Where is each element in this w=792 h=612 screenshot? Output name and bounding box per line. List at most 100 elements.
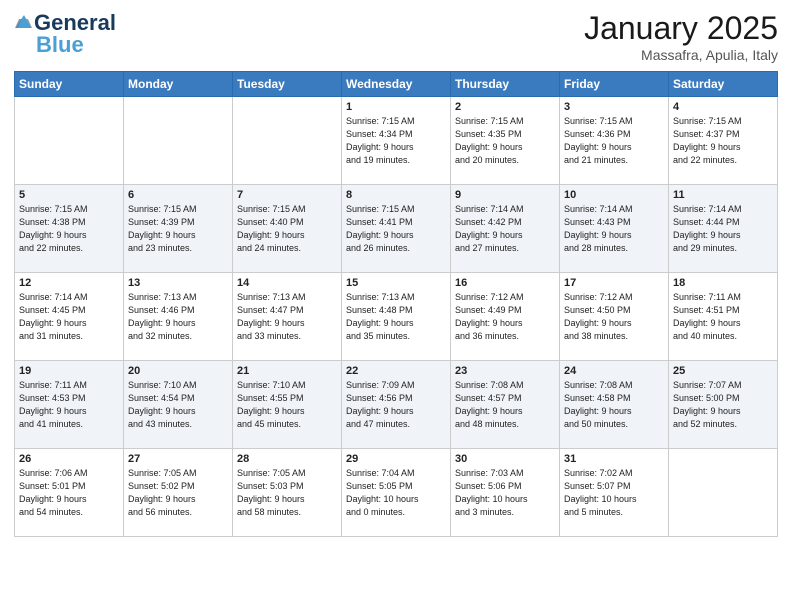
logo-icon — [14, 14, 32, 32]
header-friday: Friday — [560, 72, 669, 97]
day-info: Sunrise: 7:09 AM Sunset: 4:56 PM Dayligh… — [346, 379, 446, 431]
day-info: Sunrise: 7:14 AM Sunset: 4:43 PM Dayligh… — [564, 203, 664, 255]
cell-week3-day0: 12Sunrise: 7:14 AM Sunset: 4:45 PM Dayli… — [15, 273, 124, 361]
cell-week1-day6: 4 Sunrise: 7:15 AM Sunset: 4:37 PM Daylig… — [669, 97, 778, 185]
day-number: 29 — [346, 453, 446, 465]
day-info: Sunrise: 7:04 AM Sunset: 5:05 PM Dayligh… — [346, 467, 446, 519]
day-number: 27 — [128, 453, 228, 465]
day-number: 23 — [455, 365, 555, 377]
day-info: Sunrise: 7:05 AM Sunset: 5:03 PM Dayligh… — [237, 467, 337, 519]
cell-week2-day5: 10 Sunrise: 7:14 AM Sunset: 4:43 PM Dayli… — [560, 185, 669, 273]
day-number: 18 — [673, 277, 773, 289]
cell-week1-day1 — [124, 97, 233, 185]
day-number: 14 — [237, 277, 337, 289]
day-info: Sunrise: 7:14 AM Sunset: 4:44 PM Dayligh… — [673, 203, 773, 255]
header-thursday: Thursday — [451, 72, 560, 97]
week-row-3: 12Sunrise: 7:14 AM Sunset: 4:45 PM Dayli… — [15, 273, 778, 361]
day-number: 22 — [346, 365, 446, 377]
day-number: 4 — [673, 101, 773, 113]
day-info: Sunrise: 7:15 AM Sunset: 4:41 PM Dayligh… — [346, 203, 446, 255]
header-saturday: Saturday — [669, 72, 778, 97]
day-info: Sunrise: 7:02 AM Sunset: 5:07 PM Dayligh… — [564, 467, 664, 519]
day-info: Sunrise: 7:12 AM Sunset: 4:50 PM Dayligh… — [564, 291, 664, 343]
day-number: 31 — [564, 453, 664, 465]
day-info: Sunrise: 7:15 AM Sunset: 4:39 PM Dayligh… — [128, 203, 228, 255]
day-info: Sunrise: 7:03 AM Sunset: 5:06 PM Dayligh… — [455, 467, 555, 519]
day-number: 30 — [455, 453, 555, 465]
day-info: Sunrise: 7:05 AM Sunset: 5:02 PM Dayligh… — [128, 467, 228, 519]
day-number: 16 — [455, 277, 555, 289]
cell-week5-day4: 30 Sunrise: 7:03 AM Sunset: 5:06 PM Dayli… — [451, 449, 560, 537]
cell-week2-day2: 7 Sunrise: 7:15 AM Sunset: 4:40 PM Daylig… — [233, 185, 342, 273]
day-number: 10 — [564, 189, 664, 201]
cell-week2-day6: 11 Sunrise: 7:14 AM Sunset: 4:44 PM Dayli… — [669, 185, 778, 273]
cell-week2-day4: 9 Sunrise: 7:14 AM Sunset: 4:42 PM Daylig… — [451, 185, 560, 273]
calendar-body: 1Sunrise: 7:15 AM Sunset: 4:34 PM Daylig… — [15, 97, 778, 537]
cell-week5-day1: 27 Sunrise: 7:05 AM Sunset: 5:02 PM Dayli… — [124, 449, 233, 537]
page: General Blue January 2025 Massafra, Apul… — [0, 0, 792, 612]
week-row-2: 5Sunrise: 7:15 AM Sunset: 4:38 PM Daylig… — [15, 185, 778, 273]
header-tuesday: Tuesday — [233, 72, 342, 97]
day-info: Sunrise: 7:13 AM Sunset: 4:48 PM Dayligh… — [346, 291, 446, 343]
cell-week4-day2: 21 Sunrise: 7:10 AM Sunset: 4:55 PM Dayli… — [233, 361, 342, 449]
day-info: Sunrise: 7:13 AM Sunset: 4:47 PM Dayligh… — [237, 291, 337, 343]
cell-week4-day3: 22 Sunrise: 7:09 AM Sunset: 4:56 PM Dayli… — [342, 361, 451, 449]
day-number: 11 — [673, 189, 773, 201]
cell-week3-day5: 17 Sunrise: 7:12 AM Sunset: 4:50 PM Dayli… — [560, 273, 669, 361]
calendar: Sunday Monday Tuesday Wednesday Thursday… — [14, 71, 778, 537]
day-info: Sunrise: 7:15 AM Sunset: 4:37 PM Dayligh… — [673, 115, 773, 167]
day-number: 28 — [237, 453, 337, 465]
day-number: 13 — [128, 277, 228, 289]
day-info: Sunrise: 7:15 AM Sunset: 4:34 PM Dayligh… — [346, 115, 446, 167]
day-number: 2 — [455, 101, 555, 113]
day-info: Sunrise: 7:12 AM Sunset: 4:49 PM Dayligh… — [455, 291, 555, 343]
day-number: 12 — [19, 277, 119, 289]
day-number: 3 — [564, 101, 664, 113]
month-title: January 2025 — [584, 10, 778, 47]
header-sunday: Sunday — [15, 72, 124, 97]
cell-week3-day3: 15Sunrise: 7:13 AM Sunset: 4:48 PM Dayli… — [342, 273, 451, 361]
day-number: 9 — [455, 189, 555, 201]
day-info: Sunrise: 7:13 AM Sunset: 4:46 PM Dayligh… — [128, 291, 228, 343]
cell-week4-day6: 25 Sunrise: 7:07 AM Sunset: 5:00 PM Dayli… — [669, 361, 778, 449]
week-row-1: 1Sunrise: 7:15 AM Sunset: 4:34 PM Daylig… — [15, 97, 778, 185]
header-monday: Monday — [124, 72, 233, 97]
day-number: 7 — [237, 189, 337, 201]
day-number: 26 — [19, 453, 119, 465]
day-info: Sunrise: 7:07 AM Sunset: 5:00 PM Dayligh… — [673, 379, 773, 431]
cell-week2-day1: 6 Sunrise: 7:15 AM Sunset: 4:39 PM Daylig… — [124, 185, 233, 273]
day-number: 17 — [564, 277, 664, 289]
day-info: Sunrise: 7:11 AM Sunset: 4:51 PM Dayligh… — [673, 291, 773, 343]
header: General Blue January 2025 Massafra, Apul… — [14, 10, 778, 63]
day-info: Sunrise: 7:11 AM Sunset: 4:53 PM Dayligh… — [19, 379, 119, 431]
week-row-4: 19Sunrise: 7:11 AM Sunset: 4:53 PM Dayli… — [15, 361, 778, 449]
day-info: Sunrise: 7:08 AM Sunset: 4:58 PM Dayligh… — [564, 379, 664, 431]
cell-week5-day2: 28 Sunrise: 7:05 AM Sunset: 5:03 PM Dayli… — [233, 449, 342, 537]
logo-blue: Blue — [36, 36, 84, 54]
cell-week5-day5: 31 Sunrise: 7:02 AM Sunset: 5:07 PM Dayli… — [560, 449, 669, 537]
cell-week1-day5: 3 Sunrise: 7:15 AM Sunset: 4:36 PM Daylig… — [560, 97, 669, 185]
logo: General Blue — [14, 10, 116, 54]
cell-week3-day2: 14 Sunrise: 7:13 AM Sunset: 4:47 PM Dayli… — [233, 273, 342, 361]
day-info: Sunrise: 7:10 AM Sunset: 4:54 PM Dayligh… — [128, 379, 228, 431]
cell-week5-day3: 29 Sunrise: 7:04 AM Sunset: 5:05 PM Dayli… — [342, 449, 451, 537]
day-info: Sunrise: 7:15 AM Sunset: 4:38 PM Dayligh… — [19, 203, 119, 255]
cell-week4-day4: 23Sunrise: 7:08 AM Sunset: 4:57 PM Dayli… — [451, 361, 560, 449]
days-of-week-row: Sunday Monday Tuesday Wednesday Thursday… — [15, 72, 778, 97]
cell-week1-day3: 1Sunrise: 7:15 AM Sunset: 4:34 PM Daylig… — [342, 97, 451, 185]
cell-week3-day4: 16 Sunrise: 7:12 AM Sunset: 4:49 PM Dayli… — [451, 273, 560, 361]
cell-week3-day6: 18 Sunrise: 7:11 AM Sunset: 4:51 PM Dayli… — [669, 273, 778, 361]
cell-week4-day1: 20 Sunrise: 7:10 AM Sunset: 4:54 PM Dayli… — [124, 361, 233, 449]
day-number: 21 — [237, 365, 337, 377]
day-info: Sunrise: 7:10 AM Sunset: 4:55 PM Dayligh… — [237, 379, 337, 431]
day-number: 25 — [673, 365, 773, 377]
header-wednesday: Wednesday — [342, 72, 451, 97]
day-info: Sunrise: 7:15 AM Sunset: 4:40 PM Dayligh… — [237, 203, 337, 255]
calendar-header: Sunday Monday Tuesday Wednesday Thursday… — [15, 72, 778, 97]
day-info: Sunrise: 7:14 AM Sunset: 4:42 PM Dayligh… — [455, 203, 555, 255]
title-block: January 2025 Massafra, Apulia, Italy — [584, 10, 778, 63]
cell-week1-day0 — [15, 97, 124, 185]
day-number: 6 — [128, 189, 228, 201]
day-info: Sunrise: 7:15 AM Sunset: 4:36 PM Dayligh… — [564, 115, 664, 167]
day-number: 20 — [128, 365, 228, 377]
